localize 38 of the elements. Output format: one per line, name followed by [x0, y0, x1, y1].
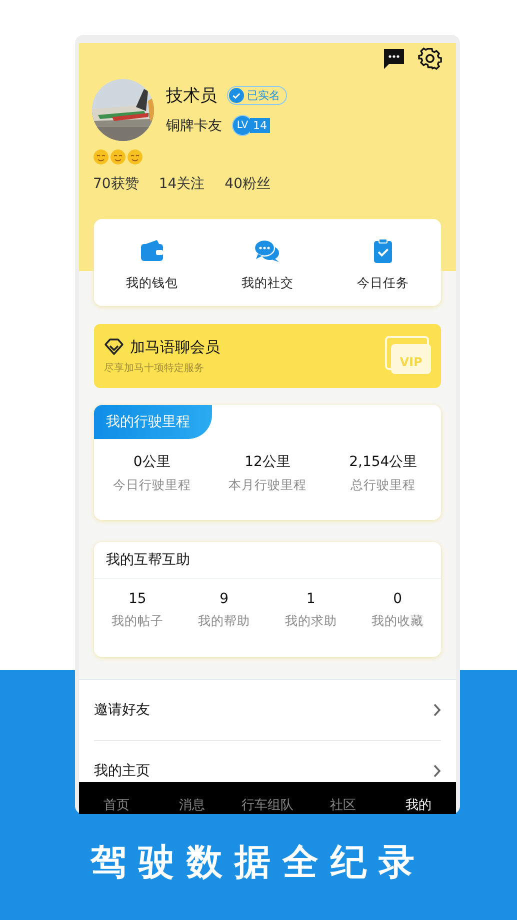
- tab[interactable]: 社区: [305, 797, 381, 814]
- vip-title: 加马语聊会员: [130, 338, 220, 356]
- mileage-value: 12公里: [244, 453, 290, 471]
- chevron-right-icon: [433, 764, 441, 778]
- stat-count[interactable]: 14关注: [158, 175, 205, 193]
- diamond-icon: [104, 338, 124, 356]
- mileage-label: 本月行驶里程: [228, 477, 306, 494]
- smiley-icon: [93, 149, 109, 165]
- stat-count[interactable]: 40粉丝: [224, 175, 270, 193]
- help-stat[interactable]: 1 我的求助: [268, 591, 354, 630]
- mileage-value: 0公里: [133, 453, 170, 471]
- mileage-label: 今日行驶里程: [112, 477, 191, 494]
- vip-banner[interactable]: 加马语聊会员 尽享加马十项特定服务 VIP: [94, 324, 441, 388]
- user-rank: 铜牌卡友: [166, 116, 222, 134]
- smiley-icon: [127, 149, 143, 165]
- mileage-value: 2,154公里: [349, 453, 418, 471]
- settings-icon[interactable]: [418, 47, 442, 71]
- tab[interactable]: 首页: [79, 797, 154, 814]
- vip-subtitle: 尽享加马十项特定服务: [104, 362, 205, 374]
- chevron-right-icon: [433, 703, 441, 717]
- menu-item[interactable]: 邀请好友: [94, 680, 441, 741]
- user-name: 技术员: [166, 85, 217, 107]
- verified-badge: 已实名: [227, 86, 287, 105]
- smiley-icon: [110, 149, 126, 165]
- stat-count[interactable]: 70获赞: [93, 175, 139, 193]
- help-stat[interactable]: 15 我的帖子: [94, 591, 181, 630]
- help-stat[interactable]: 9 我的帮助: [180, 591, 268, 630]
- tab[interactable]: 我的: [380, 797, 456, 814]
- shortcut-item[interactable]: 我的钱包: [102, 237, 202, 292]
- message-icon[interactable]: [382, 47, 406, 71]
- help-stat[interactable]: 0 我的收藏: [354, 591, 441, 630]
- mutual-help-title: 我的互帮互助: [94, 542, 441, 579]
- tab[interactable]: 行车组队: [230, 797, 306, 814]
- shortcut-item[interactable]: 我的社交: [217, 237, 318, 292]
- tab[interactable]: 消息: [154, 797, 230, 814]
- mileage-label: 总行驶里程: [350, 477, 416, 494]
- caption: 驾驶数据全纪录: [89, 841, 428, 885]
- shortcut-item[interactable]: 今日任务: [333, 237, 434, 292]
